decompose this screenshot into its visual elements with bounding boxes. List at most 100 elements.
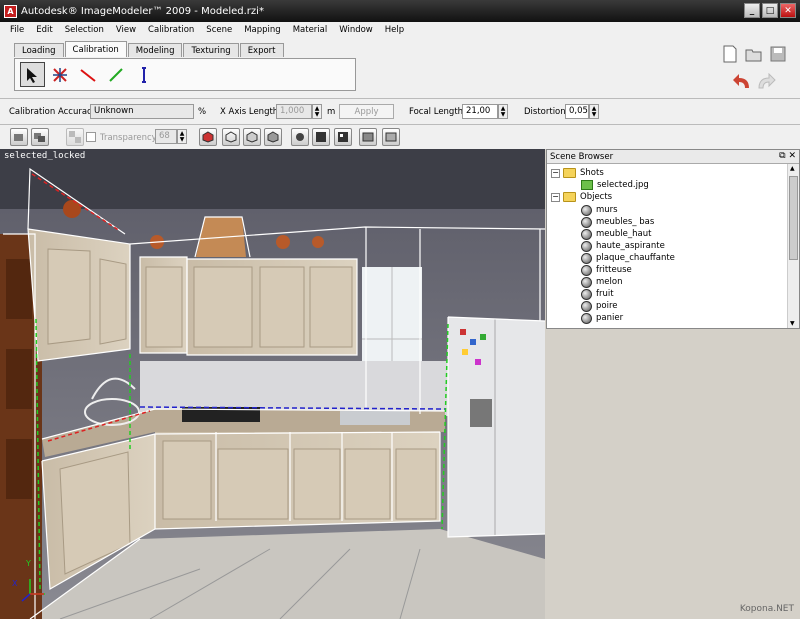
x-axis-length-spinner[interactable]: ▲ ▼ bbox=[312, 104, 322, 119]
show-all-cameras-icon[interactable] bbox=[31, 128, 49, 146]
empty-panel-area: Kopona.NET bbox=[546, 329, 800, 619]
show-cameras-icon[interactable] bbox=[10, 128, 28, 146]
transparency-checkbox[interactable] bbox=[86, 132, 96, 142]
menu-mapping[interactable]: Mapping bbox=[238, 25, 286, 35]
menu-calibration[interactable]: Calibration bbox=[142, 25, 200, 35]
object-label: fritteuse bbox=[596, 265, 632, 275]
image-grid-icon[interactable] bbox=[382, 128, 400, 146]
tree-object-item[interactable]: poire bbox=[581, 300, 618, 312]
scene-browser-scrollbar[interactable]: ▲ ▼ bbox=[787, 164, 799, 328]
object-sphere-icon bbox=[581, 276, 592, 288]
solid-box-icon[interactable] bbox=[264, 128, 282, 146]
scroll-down-icon[interactable]: ▼ bbox=[790, 320, 795, 327]
scene-browser: Scene Browser ⧉ ✕ − Shots selected.jpg −… bbox=[546, 149, 800, 329]
checker-icon[interactable] bbox=[66, 128, 84, 146]
window-title: Autodesk® ImageModeler™ 2009 - Modeled.r… bbox=[21, 5, 264, 17]
x-axis-tool-button[interactable] bbox=[75, 62, 100, 87]
tree-object-item[interactable]: meubles_ bas bbox=[581, 216, 654, 228]
axis-x-label: X bbox=[12, 579, 18, 588]
undo-icon[interactable] bbox=[732, 72, 752, 92]
object-sphere-icon bbox=[581, 228, 592, 240]
select-tool-button[interactable] bbox=[20, 62, 45, 87]
transparency-spinner[interactable]: ▲ ▼ bbox=[177, 129, 187, 144]
distortion-spinner[interactable]: ▲ ▼ bbox=[589, 104, 599, 119]
object-sphere-icon bbox=[581, 204, 592, 216]
minimize-button[interactable]: _ bbox=[744, 3, 760, 18]
scene-tree: − Shots selected.jpg − Objects murs meub… bbox=[547, 164, 799, 328]
grid-view-icon[interactable] bbox=[312, 128, 330, 146]
scrollbar-thumb[interactable] bbox=[789, 176, 798, 260]
tree-object-item[interactable]: fritteuse bbox=[581, 264, 632, 276]
close-button[interactable]: ✕ bbox=[780, 3, 796, 18]
menu-file[interactable]: File bbox=[4, 25, 30, 35]
image-plane-icon[interactable] bbox=[359, 128, 377, 146]
app-icon: A bbox=[4, 4, 17, 18]
open-file-icon[interactable] bbox=[744, 44, 764, 64]
scroll-up-icon[interactable]: ▲ bbox=[790, 165, 795, 172]
tree-object-item[interactable]: meuble_haut bbox=[581, 228, 651, 240]
tree-object-item[interactable]: murs bbox=[581, 204, 618, 216]
locator-tool-button[interactable] bbox=[47, 62, 72, 87]
menu-edit[interactable]: Edit bbox=[30, 25, 58, 35]
tree-object-item[interactable]: melon bbox=[581, 276, 622, 288]
box-dots-icon[interactable] bbox=[243, 128, 261, 146]
distortion-input[interactable]: 0,05 bbox=[565, 104, 589, 119]
collapse-icon[interactable]: − bbox=[551, 168, 560, 178]
tree-object-item[interactable]: haute_aspirante bbox=[581, 240, 665, 252]
scene-browser-title: Scene Browser bbox=[550, 151, 614, 162]
tab-export[interactable]: Export bbox=[239, 43, 284, 57]
redo-icon[interactable] bbox=[756, 72, 776, 92]
tree-node-shots[interactable]: − Shots bbox=[551, 167, 604, 179]
menu-view[interactable]: View bbox=[110, 25, 142, 35]
focal-length-spinner[interactable]: ▲ ▼ bbox=[498, 104, 508, 119]
object-label: fruit bbox=[596, 289, 614, 299]
tree-node-shot[interactable]: selected.jpg bbox=[581, 179, 649, 191]
tree-object-item[interactable]: panier bbox=[581, 312, 623, 324]
checker-view-icon[interactable] bbox=[334, 128, 352, 146]
viewport-label: selected_locked bbox=[4, 151, 86, 161]
distortion-label: Distortion bbox=[524, 107, 566, 117]
tree-object-item[interactable]: fruit bbox=[581, 288, 614, 300]
tree-object-item[interactable]: plaque_chauffante bbox=[581, 252, 675, 264]
shaded-box-red-icon[interactable] bbox=[199, 128, 217, 146]
object-sphere-icon bbox=[581, 252, 592, 264]
menu-selection[interactable]: Selection bbox=[59, 25, 110, 35]
tree-node-objects[interactable]: − Objects bbox=[551, 191, 612, 203]
viewport[interactable]: selected_locked Y X bbox=[0, 149, 545, 619]
tab-modeling[interactable]: Modeling bbox=[127, 43, 183, 57]
transparency-input[interactable]: 68 bbox=[155, 129, 177, 144]
tab-texturing[interactable]: Texturing bbox=[183, 43, 239, 57]
tab-calibration[interactable]: Calibration bbox=[64, 41, 127, 57]
z-axis-tool-button[interactable] bbox=[131, 62, 156, 87]
x-axis-length-input[interactable]: 1,000 bbox=[276, 104, 312, 119]
scene-browser-header: Scene Browser ⧉ ✕ bbox=[547, 150, 799, 164]
object-label: meuble_haut bbox=[596, 229, 652, 239]
image-icon bbox=[581, 180, 593, 190]
scene-browser-controls[interactable]: ⧉ ✕ bbox=[779, 151, 796, 161]
menu-window[interactable]: Window bbox=[333, 25, 379, 35]
menu-material[interactable]: Material bbox=[287, 25, 334, 35]
accuracy-field: Unknown bbox=[90, 104, 194, 119]
new-file-icon[interactable] bbox=[720, 44, 740, 64]
calibration-parameters-bar: Calibration Accuracy Unknown % X Axis Le… bbox=[0, 98, 800, 125]
camera-view-icon[interactable] bbox=[291, 128, 309, 146]
menu-help[interactable]: Help bbox=[379, 25, 410, 35]
save-file-icon[interactable] bbox=[768, 44, 788, 64]
watermark: Kopona.NET bbox=[739, 604, 794, 614]
tab-loading[interactable]: Loading bbox=[14, 43, 64, 57]
y-axis-tool-button[interactable] bbox=[103, 62, 128, 87]
kitchen-photo-with-wireframe bbox=[0, 149, 545, 619]
menu-scene[interactable]: Scene bbox=[200, 25, 238, 35]
focal-length-input[interactable]: 21,00 bbox=[462, 104, 498, 119]
maximize-button[interactable]: □ bbox=[762, 3, 778, 18]
apply-button[interactable]: Apply bbox=[339, 104, 394, 119]
folder-icon bbox=[563, 168, 576, 178]
object-label: meubles_ bas bbox=[596, 217, 655, 227]
calibration-tool-panel bbox=[14, 58, 356, 91]
locator-icon bbox=[52, 67, 67, 82]
collapse-icon[interactable]: − bbox=[551, 192, 560, 202]
arrow-cursor-icon bbox=[26, 67, 37, 83]
object-sphere-icon bbox=[581, 288, 592, 300]
wireframe-box-icon[interactable] bbox=[222, 128, 240, 146]
object-label: melon bbox=[596, 277, 623, 287]
